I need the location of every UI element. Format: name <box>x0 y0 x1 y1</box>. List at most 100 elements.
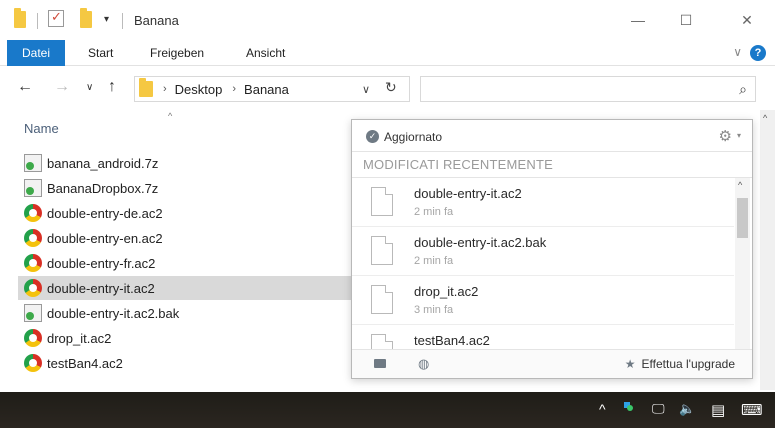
notification-icon[interactable]: ▤ <box>711 401 725 419</box>
ac2-file-icon <box>24 204 42 222</box>
ac2-file-icon <box>24 354 42 372</box>
search-icon: ⌕ <box>739 81 747 97</box>
list-item-selected[interactable]: double-entry-it.ac2 <box>18 276 354 300</box>
gear-dropdown-icon[interactable]: ▾ <box>737 131 741 140</box>
gear-icon[interactable]: ⚙ <box>719 127 732 145</box>
list-item[interactable]: double-entry-fr.ac2 <box>18 251 354 275</box>
document-icon <box>371 187 393 216</box>
recent-file-time: 2 min fa <box>414 206 454 218</box>
tab-datei[interactable]: Datei <box>7 40 65 66</box>
sort-indicator-icon: ^ <box>168 111 173 121</box>
properties-check-icon[interactable]: ✓ <box>48 9 64 27</box>
folder-icon <box>14 8 26 28</box>
folder-icon <box>139 78 153 97</box>
help-icon[interactable]: ? <box>750 45 766 61</box>
recent-file-name: drop_it.ac2 <box>414 284 479 299</box>
scrollbar-thumb[interactable] <box>737 198 748 238</box>
list-item[interactable]: double-entry-it.ac2.bak <box>18 301 354 325</box>
open-folder-icon[interactable] <box>374 359 386 368</box>
list-item[interactable]: BananaDropbox.7z <box>18 176 354 200</box>
window-scrollbar[interactable]: ^ <box>760 110 775 390</box>
ac2-file-icon <box>24 229 42 247</box>
up-icon[interactable]: ↑ <box>108 78 116 96</box>
document-icon <box>371 285 393 314</box>
recent-file-time: 2 min fa <box>414 255 454 267</box>
breadcrumb-banana[interactable]: Banana <box>244 82 289 97</box>
refresh-icon[interactable]: ↻ <box>385 79 397 96</box>
file-name: double-entry-en.ac2 <box>47 230 163 246</box>
new-folder-icon[interactable] <box>80 8 92 28</box>
divider <box>122 13 123 29</box>
list-item[interactable]: double-entry-en.ac2 <box>18 226 354 250</box>
ribbon-expand-icon[interactable]: ∨ <box>733 45 742 59</box>
quick-access-dropdown-icon[interactable]: ▾ <box>104 14 109 25</box>
taskbar: ^ 🖵 🔈 ▤ ⌨ <box>0 392 775 428</box>
sync-status: Aggiornato <box>384 130 443 144</box>
close-button[interactable]: ✕ <box>724 6 770 34</box>
maximize-button[interactable]: ☐ <box>663 6 709 34</box>
address-dropdown-icon[interactable]: ∨ <box>362 83 370 96</box>
recent-file-item[interactable]: testBan4.ac2 <box>352 325 734 349</box>
recent-file-name: testBan4.ac2 <box>414 333 490 348</box>
tab-start[interactable]: Start <box>88 40 113 66</box>
archive-7z-icon <box>24 179 42 197</box>
ac2-file-icon <box>24 279 42 297</box>
recent-file-item[interactable]: drop_it.ac2 3 min fa <box>352 276 734 325</box>
file-name: testBan4.ac2 <box>47 355 123 371</box>
title-bar: ✓ ▾ Banana — ☐ ✕ <box>0 0 775 40</box>
list-item[interactable]: drop_it.ac2 <box>18 326 354 350</box>
list-item[interactable]: double-entry-de.ac2 <box>18 201 354 225</box>
recent-files-list: double-entry-it.ac2 2 min fa double-entr… <box>352 177 752 349</box>
tab-ansicht[interactable]: Ansicht <box>246 40 285 66</box>
dropbox-popup: ✓ Aggiornato ⚙ ▾ MODIFICATI RECENTEMENTE… <box>351 119 753 379</box>
list-item[interactable]: banana_android.7z <box>18 151 354 175</box>
recent-file-item[interactable]: double-entry-it.ac2 2 min fa <box>352 178 734 227</box>
recent-file-item[interactable]: double-entry-it.ac2.bak 2 min fa <box>352 227 734 276</box>
globe-icon[interactable]: ◍ <box>418 356 429 372</box>
file-name: double-entry-it.ac2.bak <box>47 305 180 321</box>
breadcrumb-separator: › <box>232 83 237 95</box>
section-title: MODIFICATI RECENTEMENTE <box>363 157 553 172</box>
window-title: Banana <box>134 13 179 28</box>
breadcrumb-separator: › <box>163 83 167 95</box>
recent-file-name: double-entry-it.ac2 <box>414 186 522 201</box>
list-item[interactable]: testBan4.ac2 <box>18 351 354 375</box>
status-check-icon: ✓ <box>366 130 379 143</box>
document-icon <box>371 334 393 349</box>
document-icon <box>371 236 393 265</box>
volume-icon[interactable]: 🔈 <box>679 401 695 417</box>
navigation-bar: ← → ∨ ↑ › Desktop › Banana ∨ ↻ ⌕ <box>0 70 775 108</box>
minimize-button[interactable]: — <box>615 6 661 34</box>
file-name: double-entry-fr.ac2 <box>47 255 156 271</box>
ribbon-tabs: Datei Start Freigeben Ansicht ∨ ? <box>0 40 775 66</box>
star-icon: ★ <box>624 357 636 371</box>
search-input[interactable]: ⌕ <box>420 76 756 102</box>
ac2-file-icon <box>24 254 42 272</box>
tab-freigeben[interactable]: Freigeben <box>150 40 204 66</box>
forward-icon[interactable]: → <box>54 78 70 96</box>
network-icon[interactable]: 🖵 <box>652 401 665 417</box>
recent-scrollbar[interactable]: ^ <box>735 178 750 349</box>
dropbox-tray-icon[interactable] <box>624 402 638 416</box>
archive-7z-icon <box>24 154 42 172</box>
show-hidden-icons-icon[interactable]: ^ <box>599 401 606 417</box>
file-name: double-entry-de.ac2 <box>47 205 163 221</box>
scroll-up-icon[interactable]: ^ <box>738 180 742 190</box>
back-icon[interactable]: ← <box>17 78 33 96</box>
file-name: drop_it.ac2 <box>47 330 112 346</box>
recent-file-name: double-entry-it.ac2.bak <box>414 235 547 250</box>
scroll-up-icon[interactable]: ^ <box>763 113 767 123</box>
divider <box>37 13 38 29</box>
upgrade-label: Effettua l'upgrade <box>641 357 735 371</box>
recent-locations-icon[interactable]: ∨ <box>86 82 93 93</box>
column-header-name[interactable]: Name <box>24 121 59 136</box>
file-name: double-entry-it.ac2 <box>47 280 155 296</box>
recent-file-time: 3 min fa <box>414 304 454 316</box>
keyboard-icon[interactable]: ⌨ <box>741 401 763 419</box>
breadcrumb-desktop[interactable]: Desktop <box>175 82 223 97</box>
bak-file-icon <box>24 304 42 322</box>
ac2-file-icon <box>24 329 42 347</box>
popup-header: ✓ Aggiornato ⚙ ▾ <box>352 120 752 152</box>
file-name: banana_android.7z <box>47 155 159 171</box>
upgrade-button[interactable]: ★ Effettua l'upgrade <box>625 357 735 371</box>
